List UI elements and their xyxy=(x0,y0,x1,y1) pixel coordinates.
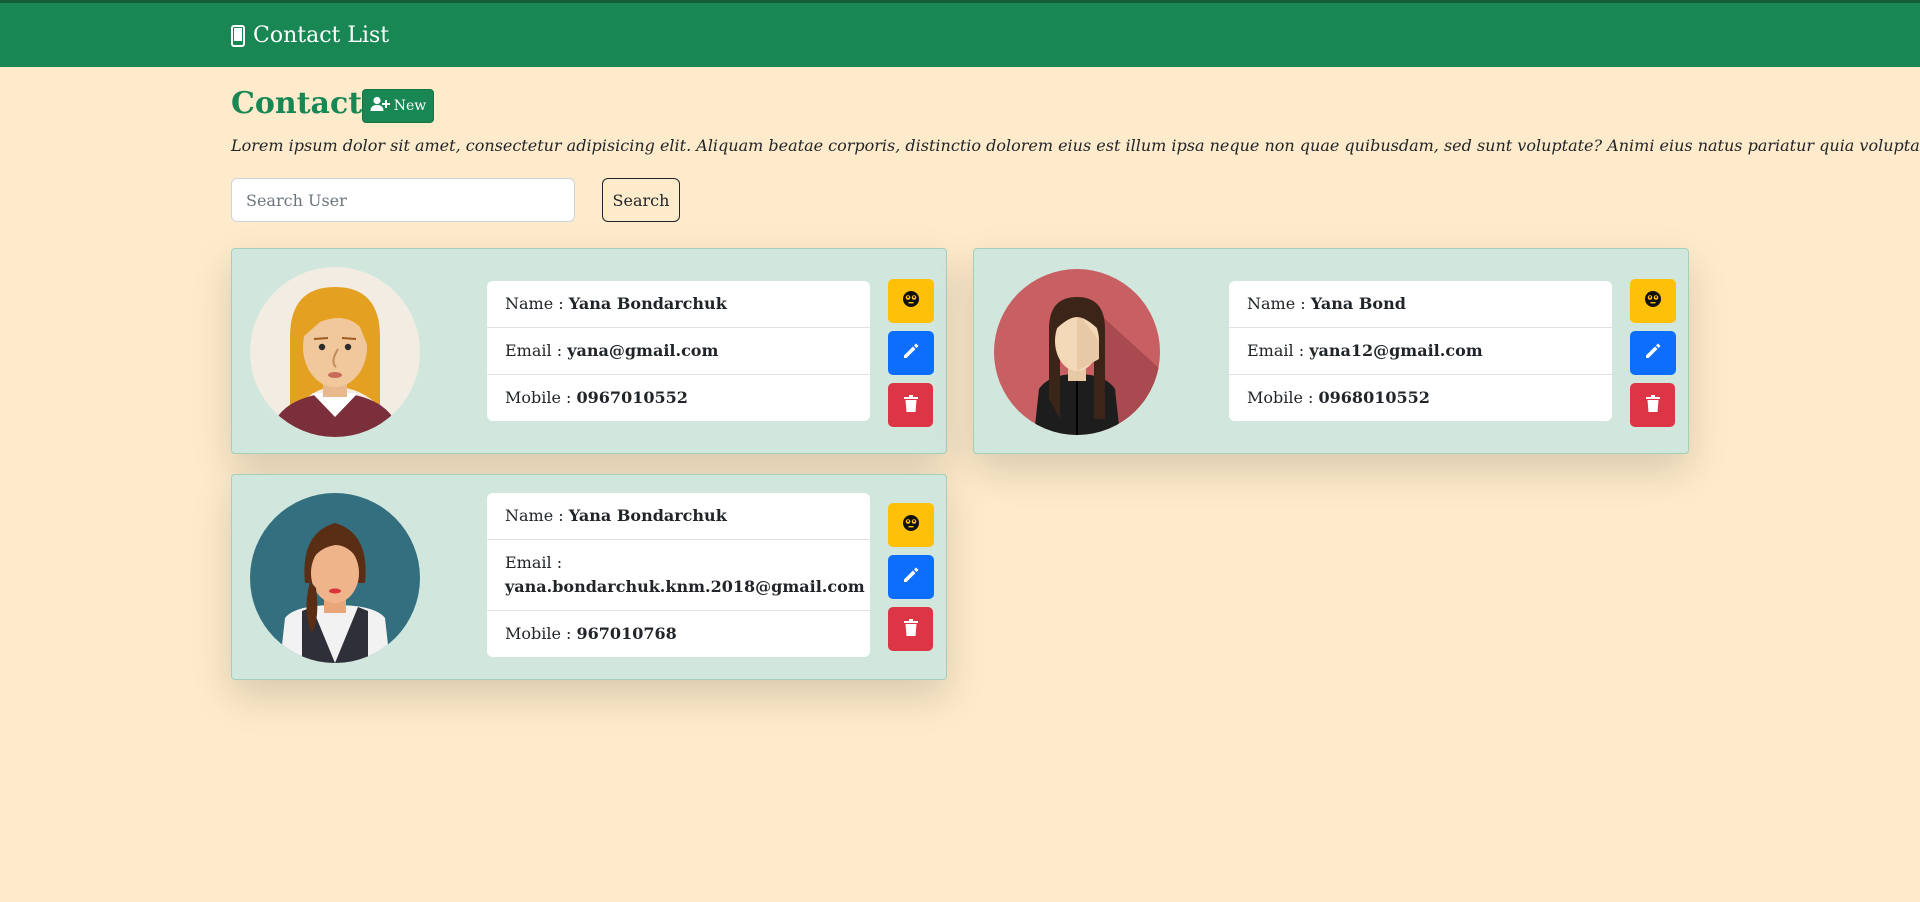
contact-email: yana@gmail.com xyxy=(567,341,719,360)
trash-icon xyxy=(903,394,918,416)
contact-mobile-row: Mobile : 0968010552 xyxy=(1229,375,1612,421)
email-label: Email : xyxy=(505,341,568,360)
contact-mobile: 967010768 xyxy=(576,624,677,643)
trash-icon xyxy=(1645,394,1660,416)
contact-email: yana12@gmail.com xyxy=(1309,341,1483,360)
user-plus-icon xyxy=(370,96,390,116)
mobile-phone-icon xyxy=(231,25,245,47)
contact-mobile: 0967010552 xyxy=(576,388,688,407)
contact-name-row: Name : Yana Bondarchuk xyxy=(487,281,870,328)
contact-card: Name : Yana Bondarchuk Email : yana.bond… xyxy=(231,474,947,680)
contact-name-row: Name : Yana Bond xyxy=(1229,281,1612,328)
contact-card: Name : Yana Bondarchuk Email : yana@gmai… xyxy=(231,248,947,454)
contact-email-row: Email : yana@gmail.com xyxy=(487,328,870,375)
contact-name: Yana Bond xyxy=(1310,294,1406,313)
name-label: Name : xyxy=(505,506,569,525)
contact-name: Yana Bondarchuk xyxy=(568,294,727,313)
pencil-icon xyxy=(902,342,920,364)
name-label: Name : xyxy=(505,294,569,313)
page-description: Lorem ipsum dolor sit amet, consectetur … xyxy=(231,136,1920,155)
contact-email-row: Email : yana12@gmail.com xyxy=(1229,328,1612,375)
contact-name-row: Name : Yana Bondarchuk xyxy=(487,493,870,540)
delete-contact-button[interactable] xyxy=(888,607,933,651)
new-contact-button[interactable]: New xyxy=(362,89,434,123)
edit-contact-button[interactable] xyxy=(888,331,934,375)
navbar: Contact List xyxy=(0,3,1920,67)
contact-info-list: Name : Yana Bond Email : yana12@gmail.co… xyxy=(1229,281,1612,421)
eye-face-icon xyxy=(902,290,920,312)
search-button[interactable]: Search xyxy=(602,178,680,222)
contact-card: Name : Yana Bond Email : yana12@gmail.co… xyxy=(973,248,1689,454)
delete-contact-button[interactable] xyxy=(1630,383,1675,427)
navbar-brand[interactable]: Contact List xyxy=(231,22,389,50)
trash-icon xyxy=(903,618,918,640)
view-contact-button[interactable] xyxy=(1630,279,1676,323)
eye-face-icon xyxy=(1644,290,1662,312)
brunette-woman-teal-bg-avatar xyxy=(250,493,420,663)
contact-email-row: Email : yana.bondarchuk.knm.2018@gmail.c… xyxy=(487,540,870,611)
contact-info-list: Name : Yana Bondarchuk Email : yana.bond… xyxy=(487,493,870,657)
mobile-label: Mobile : xyxy=(505,624,577,643)
view-contact-button[interactable] xyxy=(888,279,934,323)
email-label: Email : xyxy=(1247,341,1310,360)
page-title: Contacts xyxy=(231,86,380,121)
contact-name: Yana Bondarchuk xyxy=(568,506,727,525)
edit-contact-button[interactable] xyxy=(1630,331,1676,375)
mobile-label: Mobile : xyxy=(1247,388,1319,407)
edit-contact-button[interactable] xyxy=(888,555,934,599)
contact-mobile-row: Mobile : 0967010552 xyxy=(487,375,870,421)
brunette-woman-red-bg-avatar xyxy=(994,269,1160,435)
pencil-icon xyxy=(1644,342,1662,364)
pencil-icon xyxy=(902,566,920,588)
new-button-label: New xyxy=(393,98,427,114)
name-label: Name : xyxy=(1247,294,1311,313)
email-label: Email : xyxy=(505,553,563,572)
contact-mobile: 0968010552 xyxy=(1318,388,1430,407)
search-input[interactable] xyxy=(231,178,575,222)
view-contact-button[interactable] xyxy=(888,503,934,547)
contact-email: yana.bondarchuk.knm.2018@gmail.com xyxy=(505,577,865,596)
contact-mobile-row: Mobile : 967010768 xyxy=(487,611,870,657)
brand-label: Contact List xyxy=(253,23,390,48)
contact-info-list: Name : Yana Bondarchuk Email : yana@gmai… xyxy=(487,281,870,421)
mobile-label: Mobile : xyxy=(505,388,577,407)
delete-contact-button[interactable] xyxy=(888,383,933,427)
eye-face-icon xyxy=(902,514,920,536)
blonde-woman-avatar xyxy=(250,267,420,437)
